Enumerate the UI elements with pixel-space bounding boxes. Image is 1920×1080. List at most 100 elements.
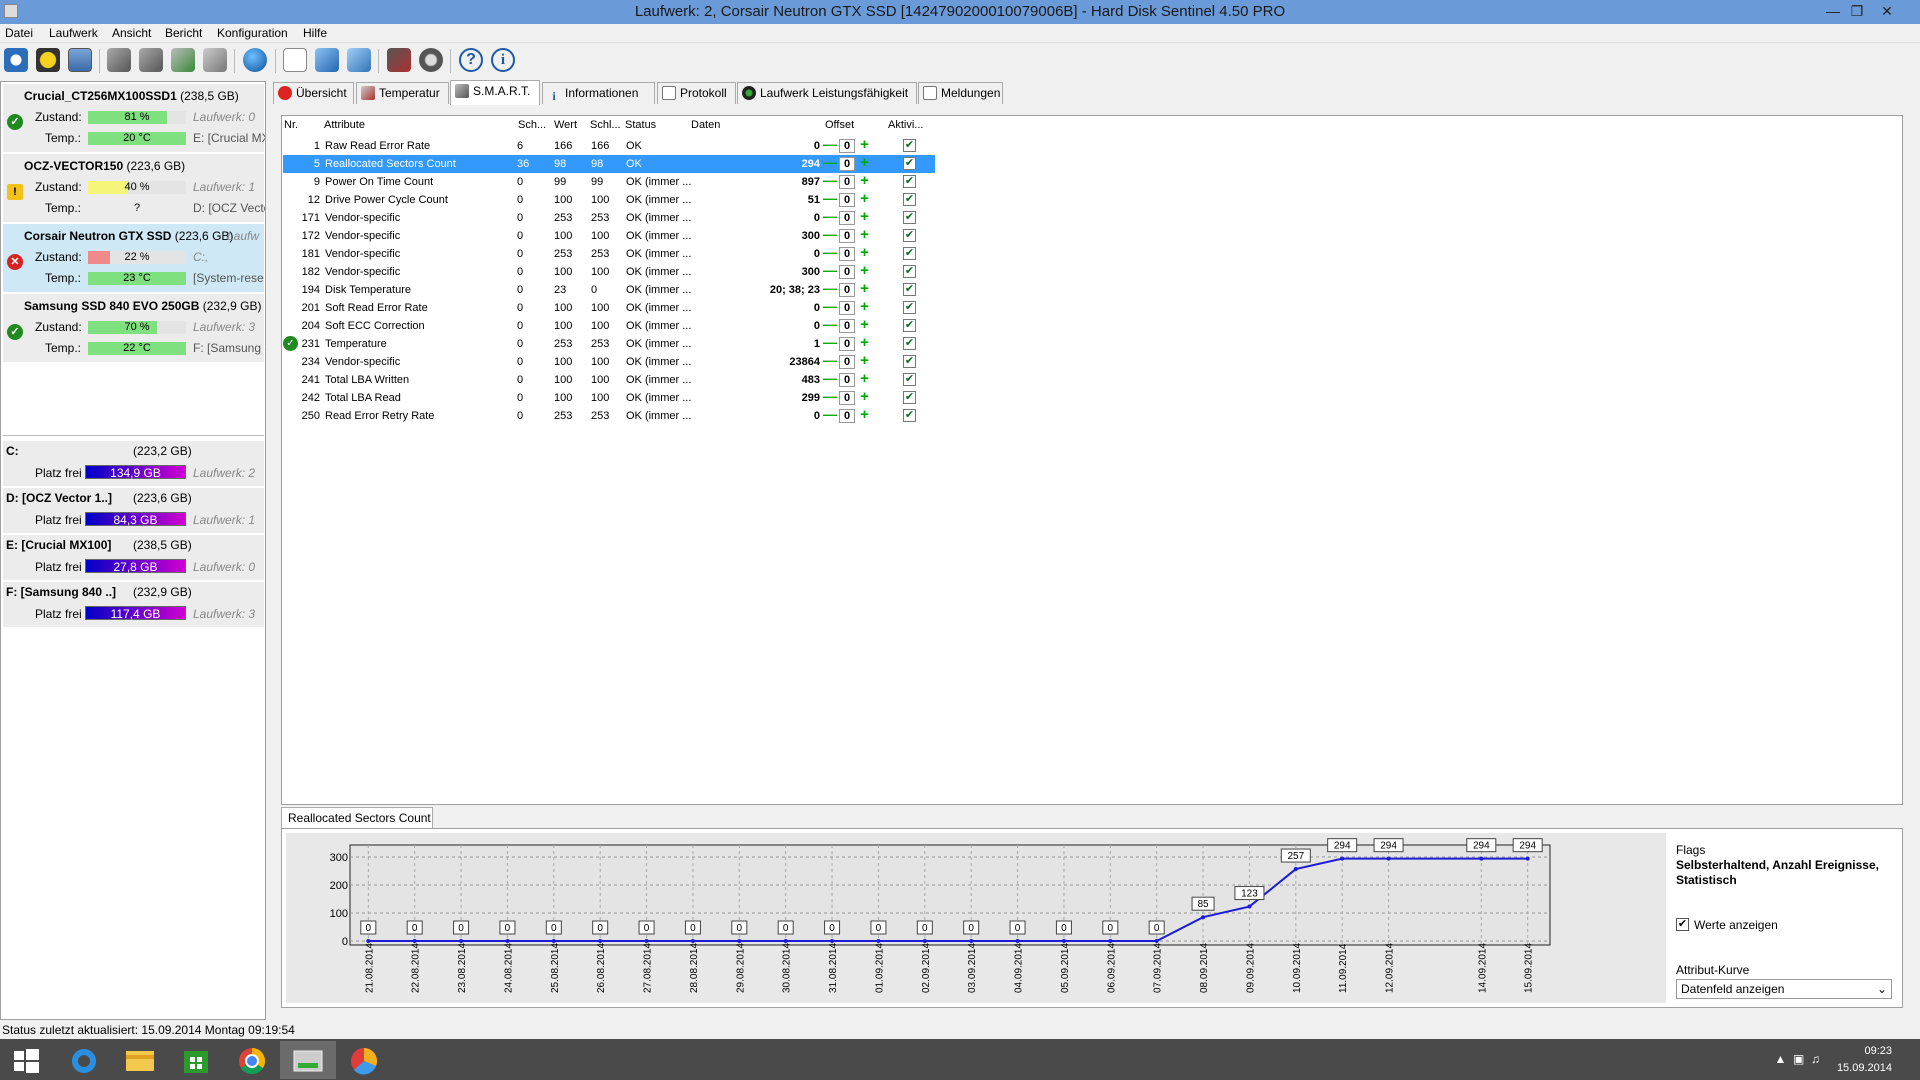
table-row[interactable]: 9 Power On Time Count 0 99 99 OK (immer ... 89… [283,173,935,191]
app-taskbar-icon[interactable] [336,1041,392,1079]
minus-icon[interactable]: — [823,245,837,260]
about-icon[interactable]: i [491,48,515,72]
plus-icon[interactable]: + [858,353,871,368]
volume-item[interactable]: D: [OCZ Vector 1..] (223,6 GB) Platz frei 8… [3,488,264,533]
network-icon[interactable] [347,48,371,72]
minus-icon[interactable]: — [823,137,837,152]
clock[interactable]: 09:23 15.09.2014 [1837,1043,1892,1077]
system-tray[interactable]: ▲ ▣ ♫ [1774,1052,1820,1066]
tab-meldungen[interactable]: Meldungen [918,82,1003,104]
offset-field[interactable]: 0 [839,319,855,333]
plus-icon[interactable]: + [858,173,871,188]
plus-icon[interactable]: + [858,263,871,278]
active-checkbox[interactable]: ✔ [903,175,916,188]
table-row[interactable]: 5 Reallocated Sectors Count 36 98 98 OK 294—0 +… [283,155,935,173]
disk-info-icon[interactable] [68,48,92,72]
table-row[interactable]: 12 Drive Power Cycle Count 0 100 100 OK (imme… [283,191,935,209]
chart-tab[interactable]: Reallocated Sectors Count [281,807,433,829]
plus-icon[interactable]: + [858,191,871,206]
volume-item[interactable]: C: (223,2 GB) Platz frei 134,9 GB Laufwerk: … [3,441,264,486]
active-checkbox[interactable]: ✔ [903,319,916,332]
menu-datei[interactable]: Datei [5,26,33,40]
short-selftest-icon[interactable] [171,48,195,72]
offset-field[interactable]: 0 [839,211,855,225]
table-row[interactable]: 201 Soft Read Error Rate 0 100 100 OK (immer … [283,299,935,317]
menu-hilfe[interactable]: Hilfe [303,26,327,40]
col-attribute[interactable]: Attribute [324,119,365,131]
offset-field[interactable]: 0 [839,391,855,405]
table-row[interactable]: 1 Raw Read Error Rate 6 166 166 OK 0—0 + ✔ [283,137,935,155]
tab-smart[interactable]: S.M.A.R.T. [450,80,540,105]
minus-icon[interactable]: — [823,389,837,404]
surface-test-icon[interactable] [139,48,163,72]
active-checkbox[interactable]: ✔ [903,391,916,404]
col-schlechtester[interactable]: Schl... [590,119,621,131]
chrome-icon[interactable] [224,1041,280,1079]
active-checkbox[interactable]: ✔ [903,247,916,260]
active-checkbox[interactable]: ✔ [903,283,916,296]
active-checkbox[interactable]: ✔ [903,211,916,224]
plus-icon[interactable]: + [858,227,871,242]
minus-icon[interactable]: — [823,263,837,278]
minus-icon[interactable]: — [823,191,837,206]
minus-icon[interactable]: — [823,281,837,296]
table-row[interactable]: ✓ 231 Temperature 0 253 253 OK (immer ... 1—0 + ✔ [283,335,935,353]
col-wert[interactable]: Wert [554,119,577,131]
active-checkbox[interactable]: ✔ [903,229,916,242]
col-daten[interactable]: Daten [691,119,720,131]
minus-icon[interactable]: — [823,371,837,386]
plus-icon[interactable]: + [858,371,871,386]
col-nr[interactable]: Nr. [284,119,298,131]
test-icon[interactable] [107,48,131,72]
minus-icon[interactable]: — [823,227,837,242]
minus-icon[interactable]: — [823,155,837,170]
disk-item[interactable]: OCZ-VECTOR150 (223,6 GB)! Zustand: 40 % Lau… [3,154,265,222]
settings-icon[interactable] [387,48,411,72]
disk-item[interactable]: Samsung SSD 840 EVO 250GB (232,9 GB) ✓ Zus… [3,294,265,362]
offset-field[interactable]: 0 [839,247,855,261]
tab-informationen[interactable]: i Informationen [542,82,655,104]
menu-konfiguration[interactable]: Konfiguration [217,26,288,40]
offset-field[interactable]: 0 [839,337,855,351]
plus-icon[interactable]: + [858,317,871,332]
col-aktiv[interactable]: Aktivi... [888,119,923,131]
plus-icon[interactable]: + [858,245,871,260]
active-checkbox[interactable]: ✔ [903,355,916,368]
report-icon[interactable] [283,48,307,72]
table-row[interactable]: 171 Vendor-specific 0 253 253 OK (immer ... 0—… [283,209,935,227]
alert-icon[interactable] [36,48,60,72]
minus-icon[interactable]: — [823,353,837,368]
store-icon[interactable] [168,1041,224,1079]
menu-ansicht[interactable]: Ansicht [112,26,151,40]
hard-disk-sentinel-taskbar-icon[interactable] [280,1041,336,1079]
minus-icon[interactable]: — [823,317,837,332]
offset-field[interactable]: 0 [839,265,855,279]
plus-icon[interactable]: + [858,281,871,296]
table-row[interactable]: 182 Vendor-specific 0 100 100 OK (immer ... 30… [283,263,935,281]
offset-field[interactable]: 0 [839,355,855,369]
offset-field[interactable]: 0 [839,373,855,387]
tab-uebersicht[interactable]: Übersicht [273,82,354,104]
table-row[interactable]: 204 Soft ECC Correction 0 100 100 OK (immer .… [283,317,935,335]
plus-icon[interactable]: + [858,335,871,350]
close-button[interactable]: ✕ [1872,1,1902,21]
plus-icon[interactable]: + [858,389,871,404]
offset-field[interactable]: 0 [839,283,855,297]
volume-item[interactable]: E: [Crucial MX100] (238,5 GB) Platz frei 27… [3,535,264,580]
plus-icon[interactable]: + [858,407,871,422]
active-checkbox[interactable]: ✔ [903,139,916,152]
offset-field[interactable]: 0 [839,157,855,171]
curve-select[interactable]: Datenfeld anzeigen ⌄ [1676,979,1892,999]
minus-icon[interactable]: — [823,173,837,188]
table-row[interactable]: 234 Vendor-specific 0 100 100 OK (immer ... 23… [283,353,935,371]
tab-temperatur[interactable]: Temperatur [356,82,449,104]
tab-leistungsfaehigkeit[interactable]: Laufwerk Leistungsfähigkeit [737,82,917,104]
table-row[interactable]: 250 Read Error Retry Rate 0 253 253 OK (immer… [283,407,935,425]
table-row[interactable]: 242 Total LBA Read 0 100 100 OK (immer ... 299… [283,389,935,407]
show-values-checkbox[interactable]: ✔ [1676,918,1689,931]
col-offset[interactable]: Offset [825,119,854,131]
plus-icon[interactable]: + [858,137,871,152]
plus-icon[interactable]: + [858,155,871,170]
plus-icon[interactable]: + [858,209,871,224]
active-checkbox[interactable]: ✔ [903,265,916,278]
